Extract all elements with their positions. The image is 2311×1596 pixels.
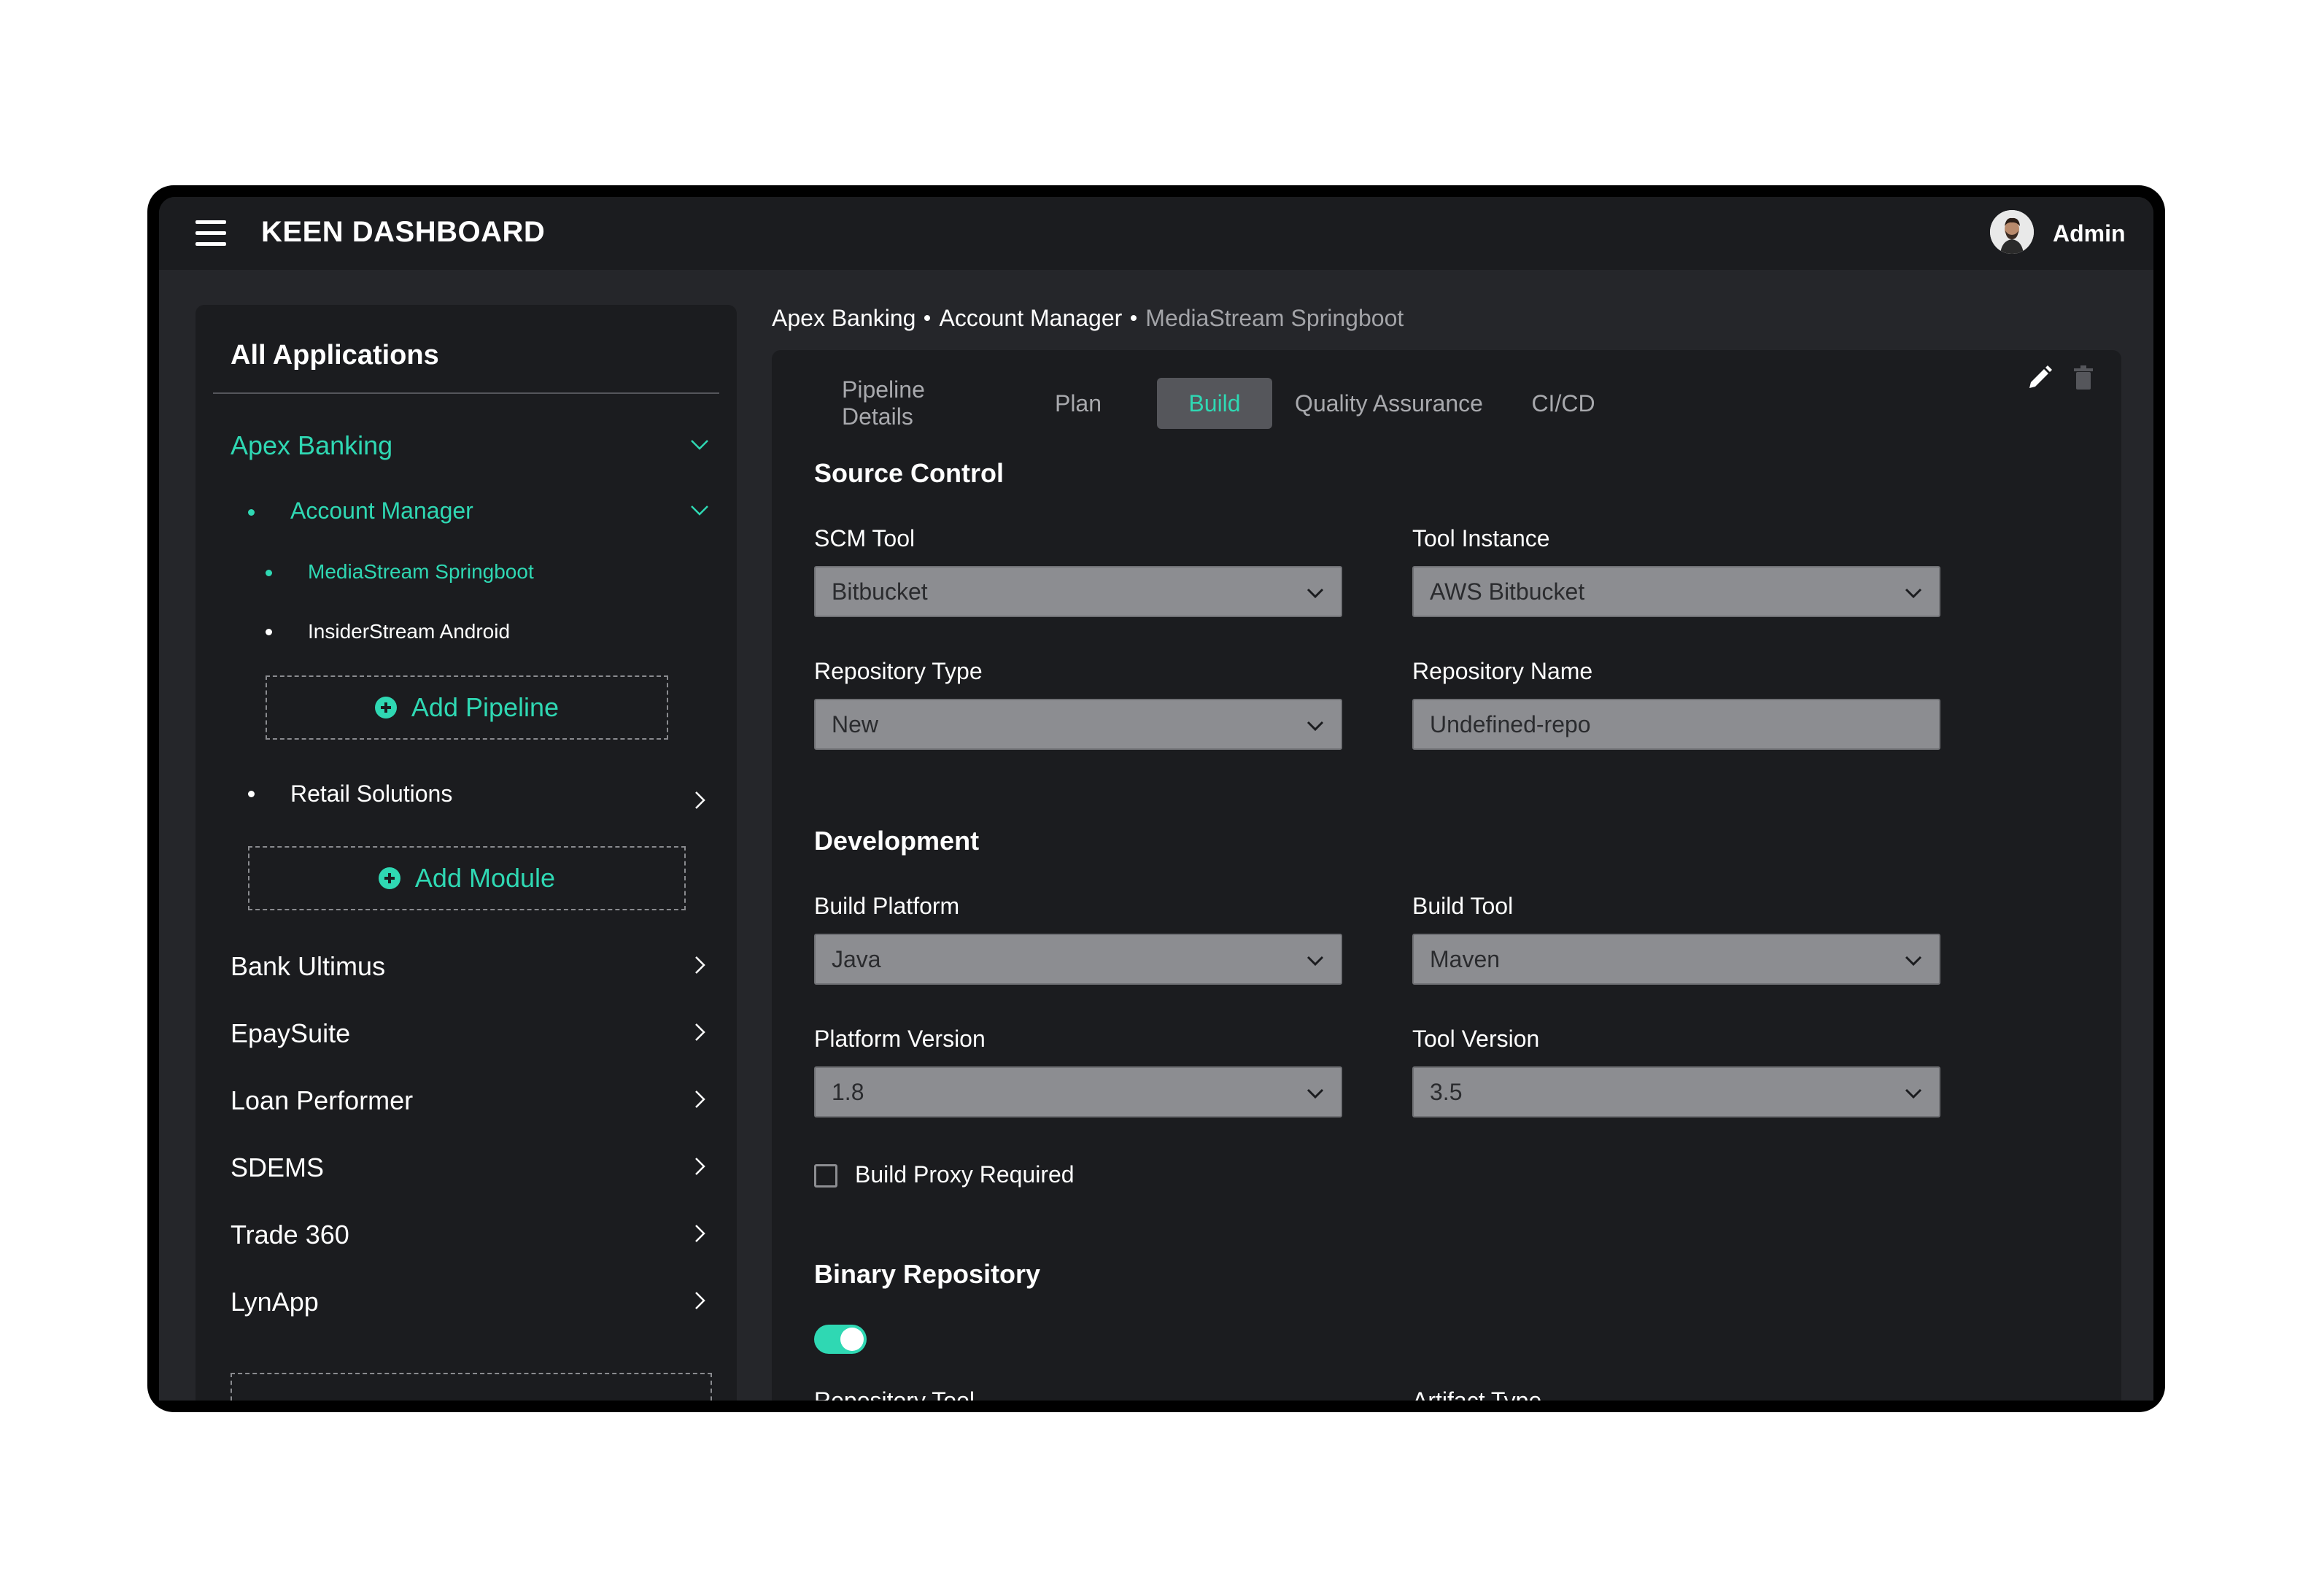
bullet-icon [248, 791, 255, 797]
scm-tool-select[interactable]: Bitbucket [814, 566, 1342, 617]
breadcrumb-item[interactable]: Account Manager [939, 305, 1122, 331]
separator-dot [1131, 314, 1137, 321]
tab-build[interactable]: Build [1157, 378, 1272, 429]
bullet-icon [248, 509, 255, 516]
app-screen: KEEN DASHBOARD Admin All Applications Ap… [159, 197, 2153, 1401]
pipeline-panel: Pipeline Details Plan Build Quality Assu… [772, 350, 2121, 1401]
repository-tool-label: Repository Tool [814, 1387, 975, 1401]
sidebar-app-bank-ultimus[interactable]: Bank Ultimus [231, 951, 385, 982]
section-title-binary-repository: Binary Repository [814, 1259, 1041, 1289]
tab-ci-cd[interactable]: CI/CD [1509, 378, 1618, 429]
chevron-down-icon [1307, 1088, 1324, 1099]
section-title-source-control: Source Control [814, 458, 1004, 488]
bullet-icon [266, 570, 272, 576]
scm-tool-label: SCM Tool [814, 525, 916, 551]
sidebar-pipeline-insiderstream[interactable]: InsiderStream Android [308, 620, 510, 643]
sidebar: All Applications Apex Banking Account Ma… [196, 305, 737, 1401]
repository-type-value: New [832, 710, 879, 737]
chevron-down-icon [1307, 588, 1324, 599]
separator-dot [924, 314, 931, 321]
repository-name-input[interactable]: Undefined-repo [1412, 699, 1940, 750]
plus-circle-icon [374, 697, 397, 718]
chevron-right-icon[interactable] [689, 954, 711, 976]
chevron-right-icon[interactable] [689, 1155, 711, 1177]
sidebar-app-lynapp[interactable]: LynApp [231, 1287, 319, 1317]
sidebar-app-sdems[interactable]: SDEMS [231, 1153, 324, 1183]
scm-tool-value: Bitbucket [832, 578, 928, 605]
repository-type-label: Repository Type [814, 658, 983, 684]
build-platform-value: Java [832, 945, 881, 972]
tab-quality-assurance[interactable]: Quality Assurance [1294, 378, 1484, 429]
build-tool-select[interactable]: Maven [1412, 934, 1940, 985]
add-module-button[interactable]: Add Module [248, 846, 686, 910]
sidebar-app-trade-360[interactable]: Trade 360 [231, 1220, 349, 1250]
breadcrumb-current: MediaStream Springboot [1145, 305, 1404, 331]
chevron-down-icon [1307, 956, 1324, 966]
toggle-knob [840, 1328, 864, 1351]
build-platform-label: Build Platform [814, 893, 960, 919]
app-title: KEEN DASHBOARD [261, 216, 546, 248]
repository-name-label: Repository Name [1412, 658, 1593, 684]
build-proxy-checkbox[interactable] [814, 1164, 837, 1188]
chevron-right-icon[interactable] [689, 1290, 711, 1312]
build-proxy-label: Build Proxy Required [855, 1161, 1075, 1188]
sidebar-app-loan-performer[interactable]: Loan Performer [231, 1085, 413, 1116]
add-application-button[interactable] [231, 1373, 712, 1401]
pencil-icon[interactable] [2025, 363, 2054, 392]
build-platform-select[interactable]: Java [814, 934, 1342, 985]
tool-version-value: 3.5 [1430, 1078, 1463, 1105]
sidebar-module-account-manager[interactable]: Account Manager [290, 497, 473, 524]
binary-repository-toggle[interactable] [814, 1325, 867, 1354]
tool-instance-value: AWS Bitbucket [1430, 578, 1585, 605]
repository-type-select[interactable]: New [814, 699, 1342, 750]
artifact-type-label: Artifact Type [1412, 1387, 1542, 1401]
trash-icon[interactable] [2069, 363, 2098, 392]
chevron-right-icon[interactable] [689, 1021, 711, 1043]
chevron-down-icon[interactable] [689, 499, 711, 521]
tab-pipeline-details[interactable]: Pipeline Details [842, 376, 1002, 430]
top-bar: KEEN DASHBOARD Admin [159, 197, 2153, 270]
platform-version-label: Platform Version [814, 1026, 986, 1052]
plus-circle-icon [378, 867, 400, 889]
chevron-down-icon [1905, 956, 1922, 966]
tool-instance-label: Tool Instance [1412, 525, 1550, 551]
user-name[interactable]: Admin [2053, 220, 2126, 247]
tool-version-label: Tool Version [1412, 1026, 1540, 1052]
hamburger-icon[interactable] [196, 220, 228, 247]
sidebar-title: All Applications [231, 340, 439, 371]
chevron-down-icon [1307, 721, 1324, 732]
chevron-down-icon[interactable] [689, 433, 711, 455]
avatar[interactable] [1990, 210, 2034, 254]
chevron-right-icon[interactable] [689, 1223, 711, 1244]
sidebar-pipeline-mediastream[interactable]: MediaStream Springboot [308, 560, 534, 584]
bullet-icon [266, 629, 272, 635]
breadcrumb: Apex Banking Account Manager MediaStream S… [772, 305, 1404, 332]
add-pipeline-label: Add Pipeline [411, 692, 560, 722]
sidebar-app-epaysuite[interactable]: EpaySuite [231, 1018, 350, 1049]
chevron-down-icon [1905, 588, 1922, 599]
section-title-development: Development [814, 826, 980, 856]
breadcrumb-item[interactable]: Apex Banking [772, 305, 916, 331]
sidebar-module-retail-solutions[interactable]: Retail Solutions [290, 780, 452, 807]
build-tool-value: Maven [1430, 945, 1501, 972]
build-tool-label: Build Tool [1412, 893, 1514, 919]
add-pipeline-button[interactable]: Add Pipeline [266, 675, 668, 740]
chevron-right-icon[interactable] [689, 1088, 711, 1110]
platform-version-value: 1.8 [832, 1078, 864, 1105]
chevron-down-icon [1905, 1088, 1922, 1099]
chevron-right-icon[interactable] [689, 789, 711, 811]
platform-version-select[interactable]: 1.8 [814, 1066, 1342, 1117]
add-module-label: Add Module [414, 863, 556, 893]
tab-plan[interactable]: Plan [1034, 378, 1122, 429]
tool-instance-select[interactable]: AWS Bitbucket [1412, 566, 1940, 617]
sidebar-app-apex-banking[interactable]: Apex Banking [231, 430, 392, 461]
tool-version-select[interactable]: 3.5 [1412, 1066, 1940, 1117]
repository-name-value: Undefined-repo [1430, 710, 1591, 737]
divider [213, 392, 719, 394]
